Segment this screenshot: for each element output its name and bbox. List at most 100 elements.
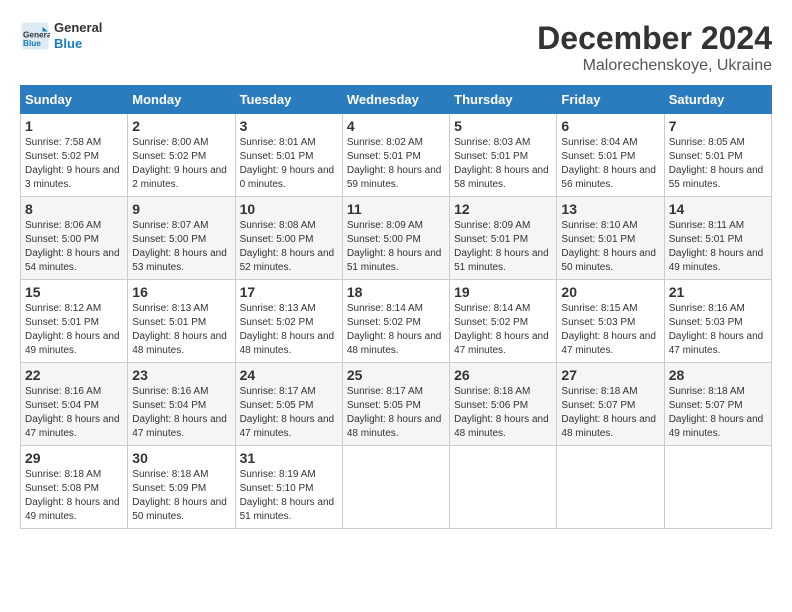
logo-line2: Blue: [54, 36, 102, 52]
day-number: 11: [347, 201, 445, 217]
calendar-cell: 8 Sunrise: 8:06 AM Sunset: 5:00 PM Dayli…: [21, 197, 128, 280]
day-number: 28: [669, 367, 767, 383]
day-info: Sunrise: 8:07 AM Sunset: 5:00 PM Dayligh…: [132, 219, 230, 275]
day-number: 9: [132, 201, 230, 217]
calendar-cell: 2 Sunrise: 8:00 AM Sunset: 5:02 PM Dayli…: [128, 114, 235, 197]
day-info: Sunrise: 8:13 AM Sunset: 5:01 PM Dayligh…: [132, 302, 230, 358]
day-info: Sunrise: 8:18 AM Sunset: 5:07 PM Dayligh…: [561, 385, 659, 441]
day-info: Sunrise: 8:14 AM Sunset: 5:02 PM Dayligh…: [347, 302, 445, 358]
day-info: Sunrise: 8:17 AM Sunset: 5:05 PM Dayligh…: [240, 385, 338, 441]
day-info: Sunrise: 8:18 AM Sunset: 5:09 PM Dayligh…: [132, 468, 230, 524]
day-info: Sunrise: 8:09 AM Sunset: 5:01 PM Dayligh…: [454, 219, 552, 275]
day-info: Sunrise: 8:18 AM Sunset: 5:06 PM Dayligh…: [454, 385, 552, 441]
calendar-header-wednesday: Wednesday: [342, 86, 449, 114]
day-info: Sunrise: 8:12 AM Sunset: 5:01 PM Dayligh…: [25, 302, 123, 358]
day-number: 5: [454, 118, 552, 134]
day-number: 24: [240, 367, 338, 383]
calendar-cell: 6 Sunrise: 8:04 AM Sunset: 5:01 PM Dayli…: [557, 114, 664, 197]
day-number: 31: [240, 450, 338, 466]
day-info: Sunrise: 8:16 AM Sunset: 5:04 PM Dayligh…: [25, 385, 123, 441]
calendar-cell: [664, 446, 771, 529]
calendar-cell: 26 Sunrise: 8:18 AM Sunset: 5:06 PM Dayl…: [450, 363, 557, 446]
day-number: 13: [561, 201, 659, 217]
day-info: Sunrise: 8:10 AM Sunset: 5:01 PM Dayligh…: [561, 219, 659, 275]
calendar-cell: 21 Sunrise: 8:16 AM Sunset: 5:03 PM Dayl…: [664, 280, 771, 363]
calendar-cell: 9 Sunrise: 8:07 AM Sunset: 5:00 PM Dayli…: [128, 197, 235, 280]
calendar-cell: 17 Sunrise: 8:13 AM Sunset: 5:02 PM Dayl…: [235, 280, 342, 363]
calendar-cell: 30 Sunrise: 8:18 AM Sunset: 5:09 PM Dayl…: [128, 446, 235, 529]
svg-text:Blue: Blue: [23, 38, 41, 47]
day-number: 6: [561, 118, 659, 134]
calendar-header-sunday: Sunday: [21, 86, 128, 114]
day-info: Sunrise: 8:04 AM Sunset: 5:01 PM Dayligh…: [561, 136, 659, 192]
calendar-cell: 7 Sunrise: 8:05 AM Sunset: 5:01 PM Dayli…: [664, 114, 771, 197]
day-number: 3: [240, 118, 338, 134]
day-info: Sunrise: 8:05 AM Sunset: 5:01 PM Dayligh…: [669, 136, 767, 192]
day-info: Sunrise: 8:19 AM Sunset: 5:10 PM Dayligh…: [240, 468, 338, 524]
calendar-week-row: 22 Sunrise: 8:16 AM Sunset: 5:04 PM Dayl…: [21, 363, 772, 446]
calendar-header-monday: Monday: [128, 86, 235, 114]
calendar-cell: 15 Sunrise: 8:12 AM Sunset: 5:01 PM Dayl…: [21, 280, 128, 363]
day-info: Sunrise: 8:02 AM Sunset: 5:01 PM Dayligh…: [347, 136, 445, 192]
day-info: Sunrise: 8:01 AM Sunset: 5:01 PM Dayligh…: [240, 136, 338, 192]
day-number: 19: [454, 284, 552, 300]
calendar-week-row: 1 Sunrise: 7:58 AM Sunset: 5:02 PM Dayli…: [21, 114, 772, 197]
calendar-cell: 20 Sunrise: 8:15 AM Sunset: 5:03 PM Dayl…: [557, 280, 664, 363]
calendar-cell: 29 Sunrise: 8:18 AM Sunset: 5:08 PM Dayl…: [21, 446, 128, 529]
location-subtitle: Malorechenskoye, Ukraine: [537, 57, 772, 75]
calendar-cell: 4 Sunrise: 8:02 AM Sunset: 5:01 PM Dayli…: [342, 114, 449, 197]
calendar-week-row: 8 Sunrise: 8:06 AM Sunset: 5:00 PM Dayli…: [21, 197, 772, 280]
day-info: Sunrise: 8:00 AM Sunset: 5:02 PM Dayligh…: [132, 136, 230, 192]
day-number: 12: [454, 201, 552, 217]
day-info: Sunrise: 8:17 AM Sunset: 5:05 PM Dayligh…: [347, 385, 445, 441]
header: General Blue General Blue December 2024 …: [20, 20, 772, 75]
day-info: Sunrise: 8:11 AM Sunset: 5:01 PM Dayligh…: [669, 219, 767, 275]
day-info: Sunrise: 8:16 AM Sunset: 5:03 PM Dayligh…: [669, 302, 767, 358]
calendar-header-tuesday: Tuesday: [235, 86, 342, 114]
day-number: 7: [669, 118, 767, 134]
day-number: 23: [132, 367, 230, 383]
day-info: Sunrise: 8:15 AM Sunset: 5:03 PM Dayligh…: [561, 302, 659, 358]
day-info: Sunrise: 8:09 AM Sunset: 5:00 PM Dayligh…: [347, 219, 445, 275]
day-number: 25: [347, 367, 445, 383]
day-number: 14: [669, 201, 767, 217]
calendar-cell: 3 Sunrise: 8:01 AM Sunset: 5:01 PM Dayli…: [235, 114, 342, 197]
calendar-cell: 23 Sunrise: 8:16 AM Sunset: 5:04 PM Dayl…: [128, 363, 235, 446]
title-section: December 2024 Malorechenskoye, Ukraine: [537, 20, 772, 75]
calendar-cell: 18 Sunrise: 8:14 AM Sunset: 5:02 PM Dayl…: [342, 280, 449, 363]
day-info: Sunrise: 8:06 AM Sunset: 5:00 PM Dayligh…: [25, 219, 123, 275]
day-number: 16: [132, 284, 230, 300]
day-number: 26: [454, 367, 552, 383]
calendar-cell: 24 Sunrise: 8:17 AM Sunset: 5:05 PM Dayl…: [235, 363, 342, 446]
day-info: Sunrise: 8:16 AM Sunset: 5:04 PM Dayligh…: [132, 385, 230, 441]
calendar-cell: [450, 446, 557, 529]
day-info: Sunrise: 8:03 AM Sunset: 5:01 PM Dayligh…: [454, 136, 552, 192]
day-number: 29: [25, 450, 123, 466]
calendar-cell: 11 Sunrise: 8:09 AM Sunset: 5:00 PM Dayl…: [342, 197, 449, 280]
day-info: Sunrise: 7:58 AM Sunset: 5:02 PM Dayligh…: [25, 136, 123, 192]
day-info: Sunrise: 8:13 AM Sunset: 5:02 PM Dayligh…: [240, 302, 338, 358]
calendar-cell: 31 Sunrise: 8:19 AM Sunset: 5:10 PM Dayl…: [235, 446, 342, 529]
logo: General Blue General Blue: [20, 20, 102, 51]
day-number: 15: [25, 284, 123, 300]
calendar-cell: 19 Sunrise: 8:14 AM Sunset: 5:02 PM Dayl…: [450, 280, 557, 363]
day-number: 27: [561, 367, 659, 383]
calendar-cell: 5 Sunrise: 8:03 AM Sunset: 5:01 PM Dayli…: [450, 114, 557, 197]
day-info: Sunrise: 8:18 AM Sunset: 5:07 PM Dayligh…: [669, 385, 767, 441]
calendar-body: 1 Sunrise: 7:58 AM Sunset: 5:02 PM Dayli…: [21, 114, 772, 529]
calendar-cell: 16 Sunrise: 8:13 AM Sunset: 5:01 PM Dayl…: [128, 280, 235, 363]
calendar-cell: 13 Sunrise: 8:10 AM Sunset: 5:01 PM Dayl…: [557, 197, 664, 280]
day-number: 20: [561, 284, 659, 300]
day-number: 22: [25, 367, 123, 383]
calendar-header-friday: Friday: [557, 86, 664, 114]
calendar-cell: 28 Sunrise: 8:18 AM Sunset: 5:07 PM Dayl…: [664, 363, 771, 446]
month-year-title: December 2024: [537, 20, 772, 57]
calendar-header-saturday: Saturday: [664, 86, 771, 114]
calendar-cell: [342, 446, 449, 529]
calendar-header-thursday: Thursday: [450, 86, 557, 114]
day-number: 4: [347, 118, 445, 134]
day-number: 18: [347, 284, 445, 300]
calendar-cell: 25 Sunrise: 8:17 AM Sunset: 5:05 PM Dayl…: [342, 363, 449, 446]
logo-icon: General Blue: [20, 21, 50, 51]
calendar-cell: 14 Sunrise: 8:11 AM Sunset: 5:01 PM Dayl…: [664, 197, 771, 280]
